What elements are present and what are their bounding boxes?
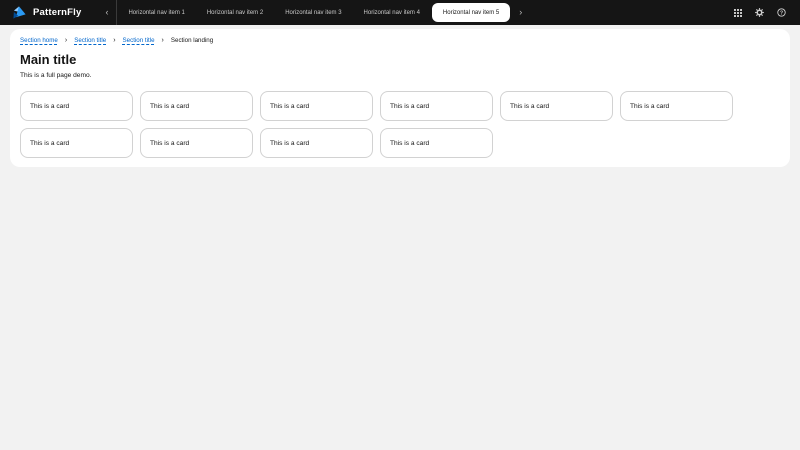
card-title: This is a card (150, 103, 189, 110)
patternfly-logo-icon (12, 5, 27, 20)
breadcrumb-link-section-title-2[interactable]: Section title (123, 37, 155, 44)
nav-scroll-left-button[interactable]: ‹ (97, 0, 116, 25)
card-title: This is a card (510, 103, 549, 110)
breadcrumb: Section home › Section title › Section t… (20, 37, 780, 44)
nav-item-3[interactable]: Horizontal nav item 3 (274, 0, 352, 25)
nav-item-1[interactable]: Horizontal nav item 1 (117, 0, 195, 25)
nav-item-5[interactable]: Horizontal nav item 5 (432, 3, 510, 22)
breadcrumb-current: Section landing (171, 37, 213, 44)
card-gallery: This is a card This is a card This is a … (20, 91, 780, 158)
chevron-left-icon: ‹ (105, 7, 108, 17)
card-title: This is a card (150, 140, 189, 147)
nav-item-2[interactable]: Horizontal nav item 2 (196, 0, 274, 25)
card-title: This is a card (390, 140, 429, 147)
card: This is a card (140, 128, 253, 158)
masthead-toolbar: ? (732, 6, 788, 19)
brand[interactable]: PatternFly (12, 5, 81, 20)
card-title: This is a card (30, 140, 69, 147)
breadcrumb-link-section-home[interactable]: Section home (20, 37, 58, 44)
card: This is a card (380, 128, 493, 158)
card-title: This is a card (270, 103, 309, 110)
card: This is a card (260, 91, 373, 121)
brand-name: PatternFly (33, 7, 81, 18)
grid-icon (734, 9, 742, 17)
question-circle-icon: ? (777, 8, 786, 17)
breadcrumb-separator-icon: › (113, 37, 115, 44)
card: This is a card (20, 91, 133, 121)
chevron-right-icon: › (519, 7, 522, 17)
gear-icon (755, 8, 764, 17)
help-button[interactable]: ? (775, 6, 788, 19)
page-title: Main title (20, 52, 780, 67)
nav-item-4[interactable]: Horizontal nav item 4 (353, 0, 431, 25)
svg-text:?: ? (780, 10, 783, 16)
card-title: This is a card (390, 103, 429, 110)
breadcrumb-link-section-title-1[interactable]: Section title (74, 37, 106, 44)
page-panel: Section home › Section title › Section t… (10, 29, 790, 167)
card: This is a card (620, 91, 733, 121)
card: This is a card (500, 91, 613, 121)
card: This is a card (260, 128, 373, 158)
horizontal-nav: Horizontal nav item 1 Horizontal nav ite… (117, 0, 511, 25)
card-title: This is a card (630, 103, 669, 110)
card: This is a card (140, 91, 253, 121)
page-subtitle: This is a full page demo. (20, 71, 780, 80)
settings-button[interactable] (753, 6, 766, 19)
breadcrumb-separator-icon: › (65, 37, 67, 44)
card: This is a card (20, 128, 133, 158)
app-launcher-button[interactable] (732, 7, 744, 19)
masthead: PatternFly ‹ Horizontal nav item 1 Horiz… (0, 0, 800, 25)
breadcrumb-separator-icon: › (162, 37, 164, 44)
card-title: This is a card (30, 103, 69, 110)
card: This is a card (380, 91, 493, 121)
nav-scroll-right-button[interactable]: › (511, 0, 530, 25)
card-title: This is a card (270, 140, 309, 147)
